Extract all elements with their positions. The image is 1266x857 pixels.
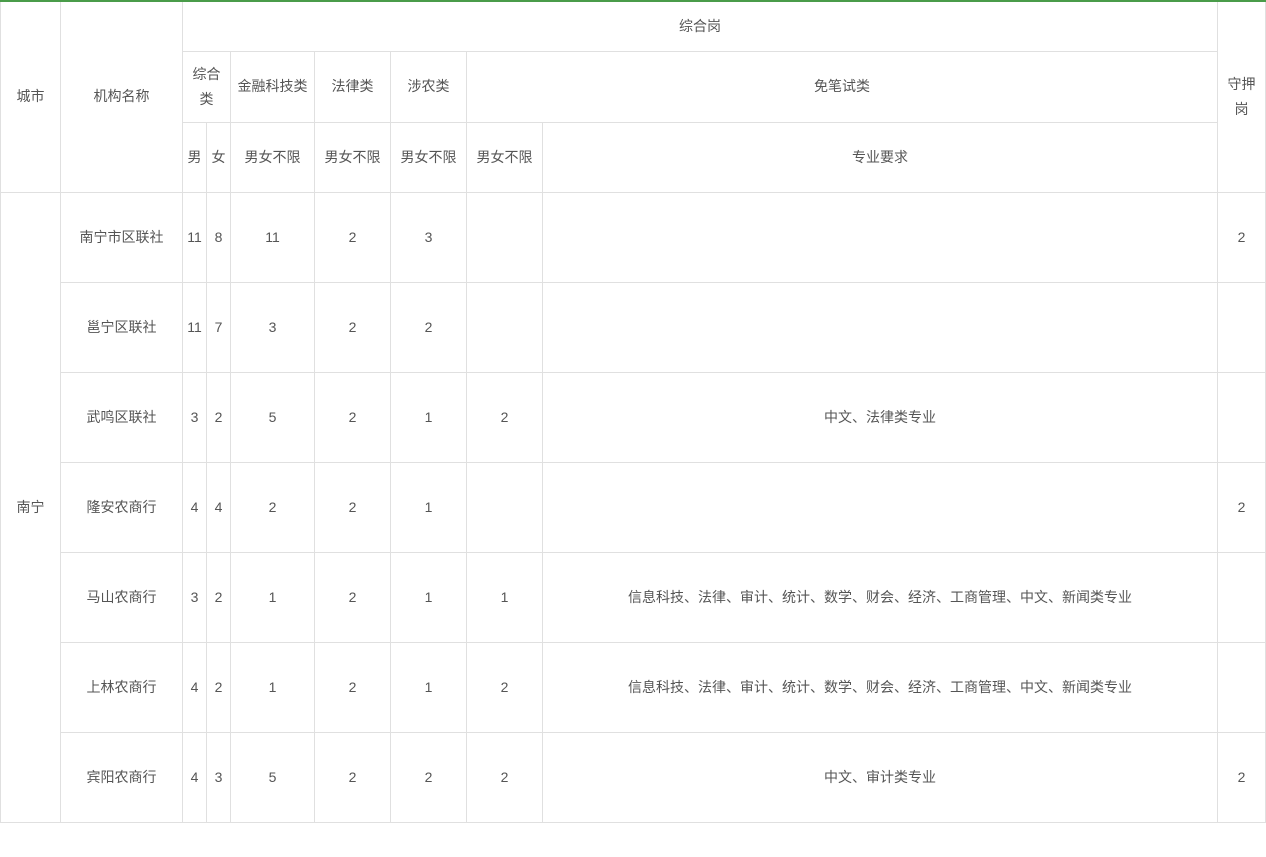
cell-male: 11: [183, 192, 207, 282]
header-fintech-unlimited: 男女不限: [231, 122, 315, 192]
cell-org: 隆安农商行: [61, 462, 183, 552]
cell-exempt: [467, 462, 543, 552]
cell-fintech: 1: [231, 552, 315, 642]
cell-law: 2: [315, 462, 391, 552]
cell-org: 马山农商行: [61, 552, 183, 642]
header-fintech-cat: 金融科技类: [231, 51, 315, 122]
cell-exempt: [467, 282, 543, 372]
cell-female: 7: [207, 282, 231, 372]
cell-female: 8: [207, 192, 231, 282]
cell-guard: 2: [1218, 462, 1266, 552]
cell-guard: [1218, 372, 1266, 462]
table-row: 宾阳农商行 4 3 5 2 2 2 中文、审计类专业 2: [1, 732, 1266, 822]
cell-law: 2: [315, 372, 391, 462]
cell-law: 2: [315, 192, 391, 282]
header-exempt-unlimited: 男女不限: [467, 122, 543, 192]
cell-agri: 1: [391, 552, 467, 642]
cell-female: 3: [207, 732, 231, 822]
cell-exempt: [467, 192, 543, 282]
header-comprehensive-cat: 综合类: [183, 51, 231, 122]
header-agri-cat: 涉农类: [391, 51, 467, 122]
cell-agri: 1: [391, 462, 467, 552]
cell-law: 2: [315, 642, 391, 732]
cell-req: 中文、法律类专业: [543, 372, 1218, 462]
cell-req: 信息科技、法律、审计、统计、数学、财会、经济、工商管理、中文、新闻类专业: [543, 642, 1218, 732]
table-row: 上林农商行 4 2 1 2 1 2 信息科技、法律、审计、统计、数学、财会、经济…: [1, 642, 1266, 732]
cell-law: 2: [315, 732, 391, 822]
cell-male: 3: [183, 552, 207, 642]
cell-guard: 2: [1218, 732, 1266, 822]
header-law-cat: 法律类: [315, 51, 391, 122]
cell-req: 中文、审计类专业: [543, 732, 1218, 822]
cell-agri: 1: [391, 372, 467, 462]
cell-female: 2: [207, 372, 231, 462]
cell-fintech: 5: [231, 732, 315, 822]
header-law-unlimited: 男女不限: [315, 122, 391, 192]
cell-guard: [1218, 552, 1266, 642]
cell-org: 宾阳农商行: [61, 732, 183, 822]
cell-guard: 2: [1218, 192, 1266, 282]
cell-guard: [1218, 642, 1266, 732]
cell-org: 武鸣区联社: [61, 372, 183, 462]
header-female: 女: [207, 122, 231, 192]
header-comprehensive-post: 综合岗: [183, 1, 1218, 51]
table-row: 邕宁区联社 11 7 3 2 2: [1, 282, 1266, 372]
recruitment-table: 城市 机构名称 综合岗 守押岗 综合类 金融科技类 法律类 涉农类 免笔试类 男…: [0, 0, 1266, 823]
cell-fintech: 11: [231, 192, 315, 282]
cell-agri: 2: [391, 282, 467, 372]
cell-agri: 1: [391, 642, 467, 732]
header-exempt-cat: 免笔试类: [467, 51, 1218, 122]
cell-exempt: 1: [467, 552, 543, 642]
cell-req: [543, 462, 1218, 552]
cell-exempt: 2: [467, 372, 543, 462]
cell-female: 2: [207, 642, 231, 732]
cell-fintech: 5: [231, 372, 315, 462]
cell-law: 2: [315, 282, 391, 372]
cell-female: 4: [207, 462, 231, 552]
table-row: 隆安农商行 4 4 2 2 1 2: [1, 462, 1266, 552]
header-city: 城市: [1, 1, 61, 192]
cell-city: 南宁: [1, 192, 61, 822]
cell-fintech: 3: [231, 282, 315, 372]
cell-req: 信息科技、法律、审计、统计、数学、财会、经济、工商管理、中文、新闻类专业: [543, 552, 1218, 642]
table-row: 南宁 南宁市区联社 11 8 11 2 3 2: [1, 192, 1266, 282]
header-major-req: 专业要求: [543, 122, 1218, 192]
cell-org: 南宁市区联社: [61, 192, 183, 282]
table-row: 武鸣区联社 3 2 5 2 1 2 中文、法律类专业: [1, 372, 1266, 462]
cell-org: 上林农商行: [61, 642, 183, 732]
cell-male: 4: [183, 732, 207, 822]
header-agri-unlimited: 男女不限: [391, 122, 467, 192]
cell-male: 4: [183, 462, 207, 552]
cell-male: 11: [183, 282, 207, 372]
cell-male: 3: [183, 372, 207, 462]
cell-fintech: 1: [231, 642, 315, 732]
cell-guard: [1218, 282, 1266, 372]
header-guard-post: 守押岗: [1218, 1, 1266, 192]
cell-org: 邕宁区联社: [61, 282, 183, 372]
cell-exempt: 2: [467, 642, 543, 732]
cell-agri: 2: [391, 732, 467, 822]
header-male: 男: [183, 122, 207, 192]
cell-exempt: 2: [467, 732, 543, 822]
cell-law: 2: [315, 552, 391, 642]
cell-req: [543, 192, 1218, 282]
cell-female: 2: [207, 552, 231, 642]
cell-agri: 3: [391, 192, 467, 282]
header-org: 机构名称: [61, 1, 183, 192]
table-row: 马山农商行 3 2 1 2 1 1 信息科技、法律、审计、统计、数学、财会、经济…: [1, 552, 1266, 642]
cell-req: [543, 282, 1218, 372]
cell-male: 4: [183, 642, 207, 732]
cell-fintech: 2: [231, 462, 315, 552]
